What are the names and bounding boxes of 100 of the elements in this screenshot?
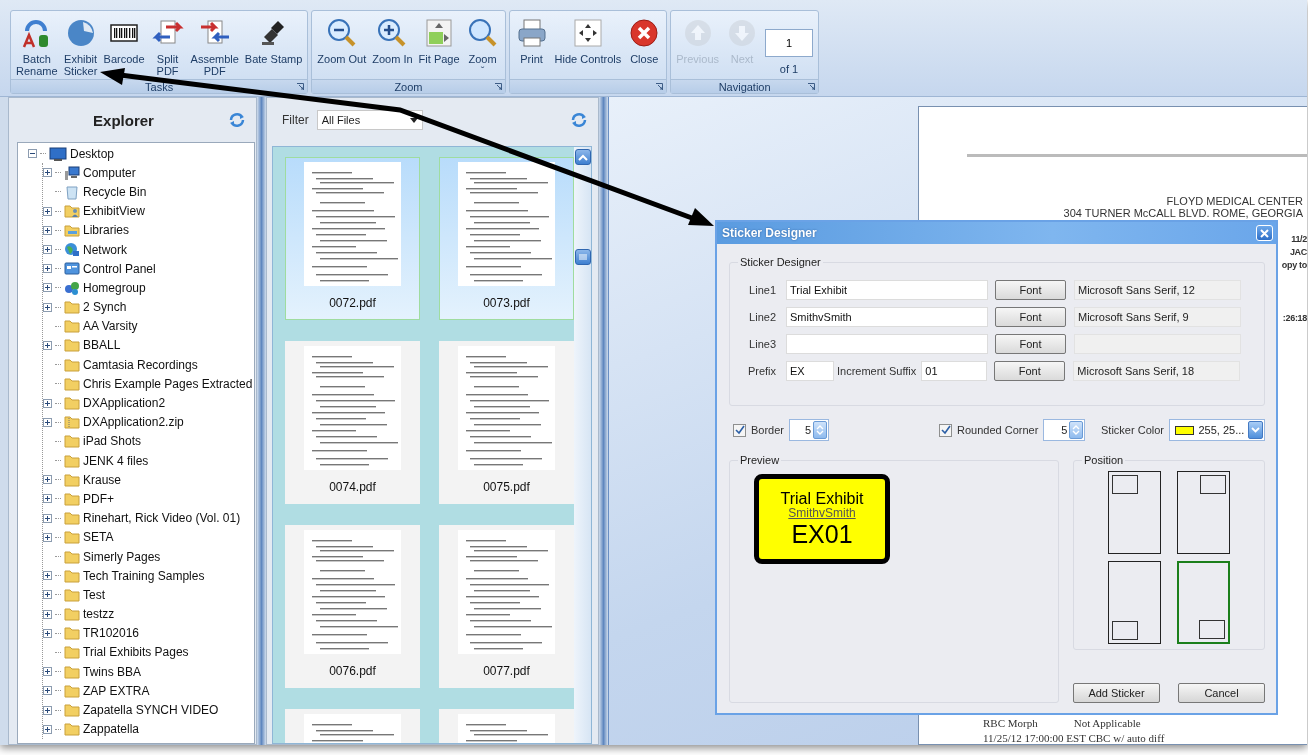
refresh-icon[interactable] [570, 112, 588, 128]
expand-toggle[interactable] [43, 494, 52, 504]
tree-item[interactable]: AA Varsity [83, 319, 138, 334]
tree-item[interactable]: PDF+ [83, 491, 114, 506]
tree-item[interactable]: Twins BBA [83, 664, 142, 679]
expand-toggle[interactable] [43, 245, 52, 255]
tree-item[interactable]: Trial Exhibits Pages [83, 645, 189, 660]
scroll-up-button[interactable] [574, 149, 591, 165]
checkbox[interactable] [733, 423, 746, 437]
close-button[interactable] [1256, 225, 1273, 241]
dialog-launcher-icon[interactable] [297, 83, 305, 90]
position-option[interactable] [1108, 561, 1161, 644]
expand-toggle[interactable] [43, 206, 52, 216]
expand-toggle[interactable] [43, 609, 52, 619]
tree-item[interactable]: ZAP EXTRA [83, 683, 150, 698]
tree-item[interactable]: testzz [83, 607, 115, 622]
file-thumbnail[interactable]: 0074.pdf [285, 341, 420, 504]
tree-item[interactable]: iPad Shots [83, 434, 142, 449]
tree-item[interactable]: 2 Synch [83, 300, 127, 315]
exhibit-sticker-button[interactable]: Exhibit Sticker [61, 13, 100, 77]
dialog-launcher-icon[interactable] [808, 83, 815, 90]
tree-item[interactable]: Control Panel [83, 261, 156, 276]
file-thumbnail[interactable]: 0077.pdf [439, 525, 574, 688]
tree-item[interactable]: Simerly Pages [83, 549, 161, 564]
expand-toggle[interactable] [43, 532, 52, 542]
expand-toggle[interactable] [43, 686, 52, 696]
tree-item[interactable]: Homegroup [83, 280, 146, 295]
expand-toggle[interactable] [43, 475, 52, 485]
text-input[interactable]: Trial Exhibit [786, 280, 988, 300]
spin-button[interactable] [813, 421, 828, 439]
split-pdf-button[interactable]: Split PDF [148, 13, 187, 77]
position-option[interactable] [1108, 471, 1161, 554]
font-button[interactable]: Font [995, 307, 1066, 327]
hide-controls-button[interactable]: Hide Controls [552, 13, 624, 65]
tree-item[interactable]: Rinehart, Rick Video (Vol. 01) [83, 511, 241, 526]
text-input[interactable]: 01 [921, 361, 988, 381]
expand-toggle[interactable] [43, 417, 52, 427]
refresh-icon[interactable] [228, 112, 246, 128]
dialog-launcher-icon[interactable] [494, 83, 502, 90]
tree-item[interactable]: Recycle Bin [83, 184, 147, 199]
dialog-button[interactable]: Cancel [1178, 683, 1265, 703]
batch-rename-button[interactable]: Batch Rename [14, 13, 60, 77]
expand-toggle[interactable] [43, 283, 52, 293]
close-button[interactable]: Close [625, 13, 664, 65]
expand-toggle[interactable] [43, 225, 52, 235]
expand-toggle[interactable] [43, 590, 52, 600]
page-number-field[interactable]: 1 [765, 29, 813, 57]
file-thumbnail[interactable]: 0076.pdf [285, 525, 420, 688]
assemble-pdf-button[interactable]: Assemble PDF [188, 13, 241, 77]
tree-item[interactable]: TR102016 [83, 626, 140, 641]
expand-toggle[interactable] [43, 513, 52, 523]
barcode-button[interactable]: Barcode [101, 13, 147, 65]
tree-item[interactable]: Camtasia Recordings [83, 357, 198, 372]
tree-item[interactable]: Tech Training Samples [83, 568, 205, 583]
tree-item[interactable]: Test [83, 587, 105, 602]
expand-toggle[interactable] [43, 302, 52, 312]
file-thumbnail[interactable]: 0075.pdf [439, 341, 574, 504]
font-button[interactable]: Font [994, 361, 1066, 381]
number-spinner[interactable]: 5 [789, 419, 830, 441]
tree-item[interactable]: Krause [83, 472, 122, 487]
tree-item[interactable]: Zappatella [83, 722, 140, 737]
zoom-button[interactable]: Zoom ˇ [463, 13, 502, 77]
fit-page-button[interactable]: Fit Page [416, 13, 462, 65]
scroll-thumb[interactable] [574, 249, 591, 265]
tree-item[interactable]: Zapatella SYNCH VIDEO [83, 703, 219, 718]
filter-dropdown[interactable]: All Files [316, 110, 423, 130]
bate-stamp-button[interactable]: Bate Stamp [242, 13, 305, 65]
print-button[interactable]: Print [512, 13, 551, 65]
number-spinner[interactable]: 5 [1043, 419, 1086, 441]
color-dropdown[interactable]: 255, 25... [1169, 419, 1265, 441]
tree-item[interactable]: Computer [83, 165, 136, 180]
position-option[interactable] [1177, 471, 1230, 554]
tree-item[interactable]: Chris Example Pages Extracted [83, 376, 253, 391]
tree-item[interactable]: JENK 4 files [83, 453, 149, 468]
scrollbar[interactable] [574, 147, 591, 743]
tree-item[interactable]: ExhibitView [83, 204, 145, 219]
tree-item[interactable]: SETA [83, 530, 114, 545]
dialog-launcher-icon[interactable] [656, 83, 664, 90]
expand-toggle[interactable] [43, 667, 52, 677]
text-input[interactable] [786, 334, 988, 354]
tree-item[interactable]: DXApplication2 [83, 396, 166, 411]
expand-toggle[interactable] [43, 724, 52, 734]
checkbox[interactable] [939, 423, 953, 437]
text-input[interactable]: SmithvSmith [786, 307, 988, 327]
zoom-in-button[interactable]: Zoom In [370, 13, 415, 65]
zoom-out-button[interactable]: Zoom Out [315, 13, 369, 65]
dropdown-button[interactable] [1248, 421, 1263, 439]
expand-toggle[interactable] [43, 705, 52, 715]
file-thumbnail[interactable]: 0072.pdf [285, 157, 420, 320]
dialog-button[interactable]: Add Sticker [1073, 683, 1160, 703]
spin-button[interactable] [1069, 421, 1084, 439]
expand-toggle[interactable] [43, 264, 52, 274]
expand-toggle[interactable] [43, 571, 52, 581]
tree-item[interactable]: BBALL [83, 338, 121, 353]
expand-toggle[interactable] [43, 340, 52, 350]
collapse-toggle[interactable] [28, 149, 37, 159]
tree-item[interactable]: Libraries [83, 223, 130, 238]
text-input[interactable]: EX [786, 361, 834, 381]
expand-toggle[interactable] [43, 628, 52, 638]
font-button[interactable]: Font [995, 334, 1066, 354]
